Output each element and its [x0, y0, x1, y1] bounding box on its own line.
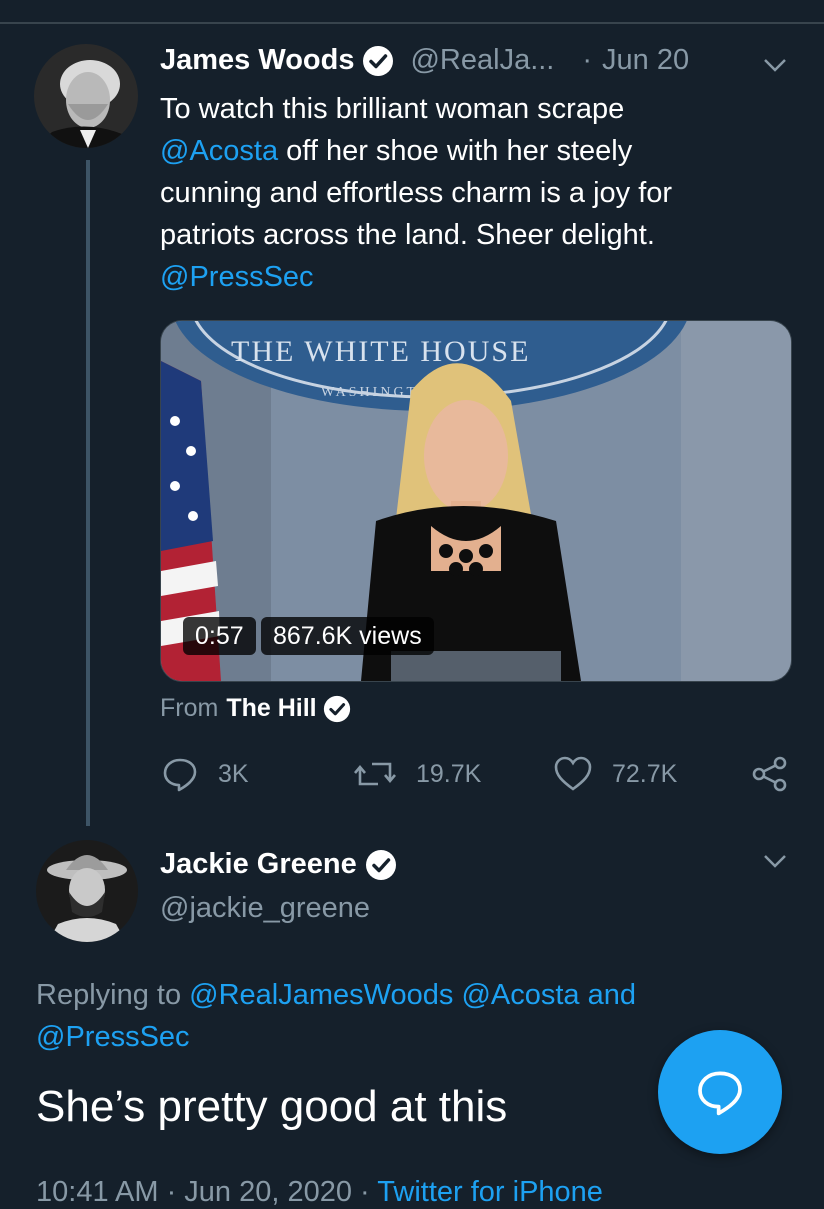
- reply-icon: [163, 758, 197, 792]
- chevron-down-icon[interactable]: [762, 848, 788, 874]
- share-action[interactable]: [752, 756, 808, 792]
- replying-label: Replying to: [36, 979, 182, 1011]
- author-name[interactable]: James Woods: [160, 44, 354, 77]
- verified-badge-icon: [362, 45, 394, 77]
- video-thumbnail[interactable]: THE WHITE HOUSE WASHINGTON 0:57 867.6K v…: [160, 320, 792, 682]
- replying-mention[interactable]: @PressSec: [36, 1021, 190, 1053]
- tweet-text-line: To watch this brilliant woman scrape: [160, 93, 625, 125]
- compose-reply-button[interactable]: [658, 1030, 782, 1154]
- reply-text: She’s pretty good at this: [36, 1082, 508, 1131]
- reply-action[interactable]: 3K: [162, 756, 249, 792]
- video-views: 867.6K views: [261, 617, 434, 655]
- replying-mention[interactable]: @Acosta: [461, 979, 579, 1011]
- header-separator: ·: [582, 44, 593, 76]
- compose-reply-icon: [698, 1071, 742, 1116]
- like-count: 72.7K: [612, 759, 678, 788]
- reply-header: Jackie Greene: [160, 848, 397, 881]
- tweet-date[interactable]: Jun 20: [602, 44, 689, 77]
- mention-presssec[interactable]: @PressSec: [160, 256, 800, 298]
- reply-author-handle[interactable]: @jackie_greene: [160, 892, 370, 925]
- like-action[interactable]: 72.7K: [554, 756, 677, 792]
- thread-connector-line: [86, 160, 90, 826]
- tweet-text: To watch this brilliant woman scrape @Ac…: [160, 88, 800, 298]
- tweet-text-line: @Acosta off her shoe with her steely: [160, 135, 633, 167]
- reply-count: 3K: [218, 759, 249, 788]
- top-divider: [0, 22, 824, 24]
- reply-source[interactable]: Twitter for iPhone: [377, 1176, 603, 1208]
- author-handle[interactable]: @RealJa...: [410, 44, 554, 77]
- tweet-text-line: patriots across the land. Sheer delight.: [160, 219, 655, 251]
- tweet-text-line: cunning and effortless charm is a joy fo…: [160, 177, 673, 209]
- reply-timestamp: 10:41 AM · Jun 20, 2020 ·: [36, 1176, 370, 1208]
- avatar-jackie-greene[interactable]: [36, 840, 138, 942]
- reply-meta: 10:41 AM · Jun 20, 2020 · Twitter for iP…: [36, 1176, 603, 1209]
- retweet-count: 19.7K: [416, 759, 482, 788]
- from-label: From: [160, 694, 219, 722]
- source-name[interactable]: The Hill: [226, 694, 316, 723]
- tweet-header: James Woods @RealJa... · Jun 20: [160, 44, 689, 77]
- share-icon: [752, 756, 787, 792]
- heart-icon: [554, 756, 592, 791]
- source-attribution: From The Hill: [160, 694, 351, 723]
- avatar-james-woods[interactable]: [34, 44, 138, 148]
- retweet-action[interactable]: 19.7K: [354, 756, 481, 792]
- retweet-icon: [354, 762, 396, 786]
- mention-acosta[interactable]: @Acosta: [160, 135, 278, 167]
- verified-badge-icon: [323, 695, 351, 723]
- chevron-down-icon[interactable]: [762, 52, 788, 78]
- verified-badge-icon: [365, 849, 397, 881]
- seal-text: THE WHITE HOUSE: [231, 335, 530, 368]
- replying-mention[interactable]: @RealJamesWoods: [189, 979, 453, 1011]
- video-duration: 0:57: [183, 617, 256, 655]
- reply-author-name[interactable]: Jackie Greene: [160, 848, 357, 881]
- replying-and[interactable]: and: [588, 979, 636, 1011]
